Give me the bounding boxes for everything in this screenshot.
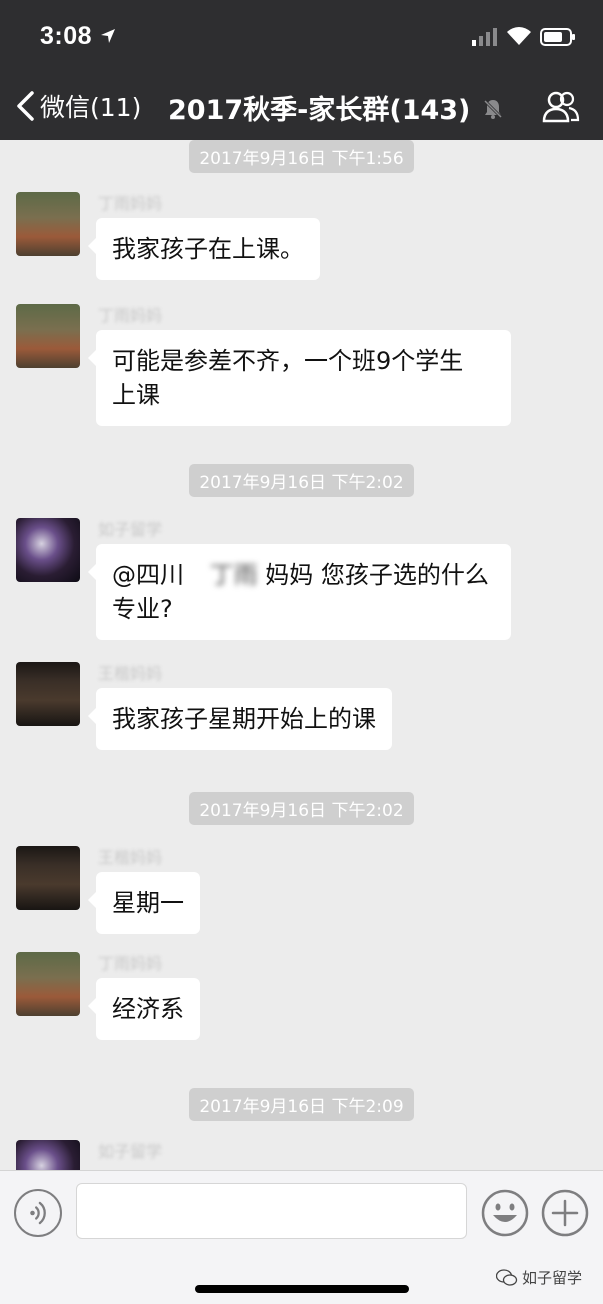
input-bar: 如子留学 — [0, 1170, 603, 1304]
message-text-line: @四川 丁雨 妈妈 您孩子选的什么 — [112, 558, 495, 592]
message-text: 我家孩子在上课。 — [112, 235, 304, 263]
message-bubble[interactable]: @四川 丁雨 妈妈 您孩子选的什么 专业? — [88, 544, 511, 640]
signal-icon — [472, 28, 497, 46]
message-text: 星期一 — [112, 889, 184, 917]
message-bubble[interactable]: 我家孩子星期开始上的课 — [88, 688, 392, 750]
plus-icon — [541, 1189, 589, 1237]
chat-title: 2017秋季-家长群(143) — [168, 95, 471, 126]
sender-name: 王楷妈妈 — [98, 664, 163, 683]
message-bubble[interactable]: 可能是参差不齐，一个班9个学生 上课 — [88, 330, 511, 426]
sender-name: 丁雨妈妈 — [98, 194, 163, 213]
status-bar: 3:08 — [0, 0, 603, 70]
watermark: 如子留学 — [496, 1267, 582, 1288]
emoji-button[interactable] — [481, 1189, 529, 1237]
chevron-left-icon — [17, 91, 34, 121]
avatar[interactable] — [16, 518, 80, 582]
nav-bar: 微信(11) 2017秋季-家长群(143) — [0, 72, 603, 140]
message-text-line: 可能是参差不齐，一个班9个学生 — [112, 347, 464, 375]
message-bubble[interactable]: 星期一 — [88, 872, 200, 934]
voice-icon — [30, 1201, 46, 1225]
timestamp: 2017年9月16日 下午1:56 — [0, 140, 603, 173]
header: 3:08 微信(11) 2017秋季-家长群(143) — [0, 0, 603, 140]
message-text: 妈妈 您孩子选的什么 — [265, 561, 489, 589]
wifi-icon — [507, 27, 531, 45]
home-indicator[interactable] — [195, 1285, 409, 1293]
back-button[interactable]: 微信(11) — [14, 84, 141, 128]
more-button[interactable] — [541, 1189, 589, 1237]
timestamp: 2017年9月16日 下午2:02 — [0, 464, 603, 497]
message-text-line: 专业? — [112, 595, 173, 623]
chat-area[interactable]: 2017年9月16日 下午1:56 丁雨妈妈 我家孩子在上课。 丁雨妈妈 可能是… — [0, 140, 603, 1170]
avatar[interactable] — [16, 1140, 80, 1170]
avatar[interactable] — [16, 952, 80, 1016]
sender-name: 如子留学 — [98, 1142, 163, 1161]
mention-text: @四川 — [112, 561, 184, 589]
avatar[interactable] — [16, 192, 80, 256]
avatar[interactable] — [16, 662, 80, 726]
back-label: 微信(11) — [40, 93, 142, 122]
avatar[interactable] — [16, 304, 80, 368]
message-text: 经济系 — [112, 995, 184, 1023]
message-text-line: 上课 — [112, 381, 160, 409]
watermark-text: 如子留学 — [522, 1269, 583, 1287]
avatar[interactable] — [16, 846, 80, 910]
sender-name: 丁雨妈妈 — [98, 954, 163, 973]
sender-name: 丁雨妈妈 — [98, 306, 163, 325]
sender-name: 王楷妈妈 — [98, 848, 163, 867]
message-input[interactable] — [76, 1183, 467, 1239]
group-members-icon[interactable] — [542, 90, 580, 124]
wechat-logo-icon — [496, 1268, 518, 1286]
timestamp: 2017年9月16日 下午2:02 — [0, 792, 603, 825]
blurred-name: 丁雨 — [209, 561, 258, 589]
message-bubble[interactable]: 经济系 — [88, 978, 200, 1040]
message-bubble[interactable]: 我家孩子在上课。 — [88, 218, 320, 280]
voice-button[interactable] — [14, 1189, 62, 1237]
sender-name: 如子留学 — [98, 520, 163, 539]
location-arrow-icon — [101, 29, 115, 43]
message-text: 我家孩子星期开始上的课 — [112, 705, 376, 733]
mute-bell-icon — [482, 98, 504, 120]
status-time: 3:08 — [40, 22, 93, 50]
battery-icon — [540, 28, 575, 46]
timestamp: 2017年9月16日 下午2:09 — [0, 1088, 603, 1121]
smiley-icon — [481, 1189, 529, 1237]
